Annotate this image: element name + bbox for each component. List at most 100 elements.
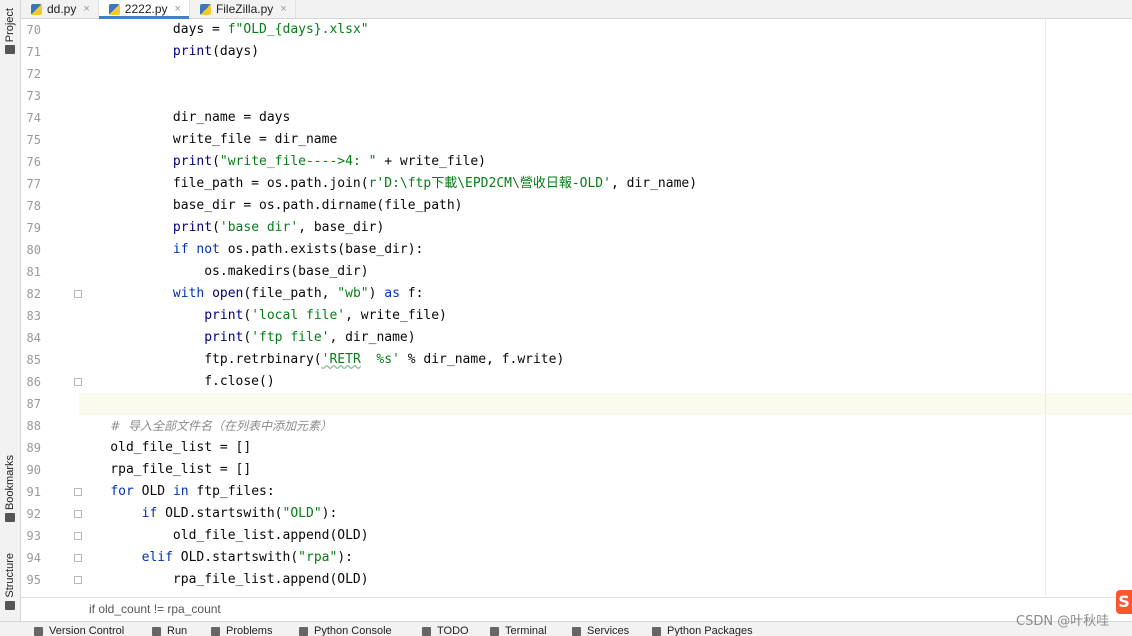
tool-python-console[interactable]: Python Console [299,625,392,636]
code-token: ): [321,506,338,521]
code-line-92: if OLD.startswith("OLD"): [79,503,338,525]
tool-label: TODO [437,625,469,636]
code-string: "OLD" [282,506,322,521]
line-number: 79 [26,221,41,235]
line-number: 95 [26,573,41,587]
code-string: r'D:\ftp下載\EPD2CM\營收日報-OLD' [368,176,611,191]
python-file-icon [199,3,211,15]
code-string: f"OLD_{days}.xlsx" [227,22,369,37]
services-icon [572,626,581,636]
line-number: 74 [26,111,41,125]
code-token: file_path = os.path.join( [79,176,369,191]
tab-dd-py[interactable]: dd.py × [21,0,99,18]
code-token: days = [79,22,228,37]
code-token: OLD.startswith( [157,506,283,521]
line-number: 72 [26,67,41,81]
code-line-91: for OLD in ftp_files: [79,481,275,503]
code-token: old_file_list.append(OLD) [79,528,369,543]
tool-terminal[interactable]: Terminal [490,625,547,636]
code-token: , base_dir) [298,220,385,235]
line-number: 90 [26,463,41,477]
line-number: 83 [26,309,41,323]
branch-icon [34,626,43,636]
code-line-80: if not os.path.exists(base_dir): [79,239,423,261]
tab-2222-py[interactable]: 2222.py × [98,0,190,19]
tool-problems[interactable]: Problems [211,625,272,636]
tool-todo[interactable]: TODO [422,625,469,636]
list-icon [422,626,431,636]
code-token: , dir_name) [329,330,416,345]
editor-tab-bar: dd.py × 2222.py × FileZilla.py × [21,0,1132,19]
structure-icon [5,601,15,610]
project-tool-label: Project [4,7,16,42]
line-number: 70 [26,23,41,37]
breadcrumb: if old_count != rpa_count [21,597,1132,621]
line-number: 93 [26,529,41,543]
bookmarks-tool-label: Bookmarks [4,454,16,510]
close-icon[interactable]: × [175,3,181,15]
code-keyword: if not [172,242,220,257]
code-line-76: print("write_file---->4: " + write_file) [79,151,486,173]
code-keyword: if [141,506,158,521]
close-icon[interactable]: × [83,3,89,15]
code-token: (days) [212,44,260,59]
project-tool-tab[interactable]: Project [2,0,18,54]
code-token: + write_file) [376,154,487,169]
code-line-81: os.makedirs(base_dir) [79,261,369,283]
tool-services[interactable]: Services [572,625,629,636]
code-line-85: ftp.retrbinary('RETR %s' % dir_name, f.w… [79,349,564,371]
code-keyword: for [110,484,134,499]
csdn-logo-icon: S [1116,590,1132,614]
tab-filezilla-py[interactable]: FileZilla.py × [190,0,296,18]
code-token: ftp_files: [188,484,275,499]
code-line-93: old_file_list.append(OLD) [79,525,369,547]
code-token: OLD.startswith( [172,550,299,565]
code-builtin: print [172,154,213,169]
code-builtin: print [204,330,244,345]
tool-python-packages[interactable]: Python Packages [652,625,753,636]
code-token: f.close() [79,374,275,389]
code-token: ): [337,550,353,565]
tool-label: Python Packages [667,625,753,636]
editor-gutter[interactable]: 70 71 72 73 74 75 76 77 78 79 80 81 82 8… [21,19,82,595]
tab-label: 2222.py [124,2,168,16]
tool-run[interactable]: Run [152,625,187,636]
line-number: 81 [26,265,41,279]
bookmarks-tool-tab[interactable]: Bookmarks [2,440,18,522]
line-number: 91 [26,485,41,499]
code-token: rpa_file_list.append(OLD) [79,572,369,587]
code-builtin: print [172,220,213,235]
code-token: ftp.retrbinary( [79,352,322,367]
code-line-70: days = f"OLD_{days}.xlsx" [79,19,369,41]
code-token: os.makedirs(base_dir) [79,264,369,279]
breadcrumb-item[interactable]: if old_count != rpa_count [89,602,221,616]
code-token: , write_file) [345,308,447,323]
tab-label: dd.py [47,2,77,16]
line-number: 94 [26,551,41,565]
code-line-83: print('local file', write_file) [79,305,447,327]
code-string: %s' [360,352,400,367]
code-line-79: print('base dir', base_dir) [79,217,384,239]
code-line-84: print('ftp file', dir_name) [79,327,416,349]
line-number: 73 [26,89,41,103]
folder-icon [5,45,15,54]
tool-label: Services [587,625,630,636]
structure-tool-label: Structure [4,553,16,598]
python-console-icon [299,626,308,636]
code-editor[interactable]: days = f"OLD_{days}.xlsx" print(days) di… [79,19,1132,595]
tool-label: Version Control [49,625,125,636]
structure-tool-tab[interactable]: Structure [2,540,18,610]
code-string: "write_file---->4: " [219,154,377,169]
tool-version-control[interactable]: Version Control [34,625,124,636]
code-builtin: open [212,286,244,301]
close-icon[interactable]: × [280,3,286,15]
line-number: 71 [26,45,41,59]
